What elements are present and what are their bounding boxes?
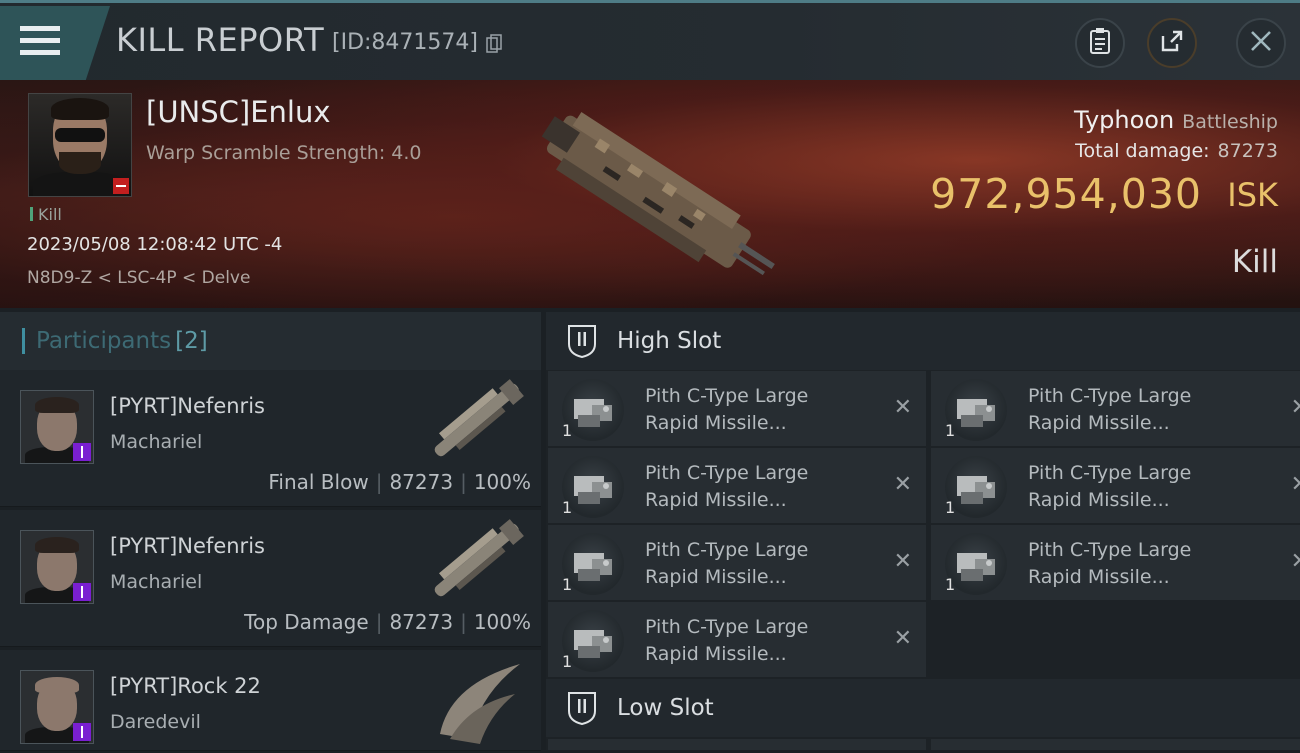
close-button[interactable] xyxy=(1236,18,1286,68)
kill-summary-banner: [UNSC]Enlux Warp Scramble Strength: 4.0 … xyxy=(0,80,1300,308)
isk-unit: ISK xyxy=(1227,176,1278,214)
module-name: Pith C-Type Large Rapid Missile... xyxy=(645,616,809,665)
module-item[interactable]: 1 Pith C-Type Large Rapid Missile... ✕ xyxy=(931,448,1300,523)
corp-badge xyxy=(73,583,91,601)
participants-count: [2] xyxy=(175,328,208,354)
ship-class: Battleship xyxy=(1182,111,1278,133)
module-destroyed-icon: ✕ xyxy=(1290,549,1300,574)
module-item[interactable]: 1 Pith C-Type Large Rapid Missile... ✕ xyxy=(548,371,926,446)
copy-icon[interactable] xyxy=(486,34,502,58)
module-name: Pith C-Type Large Rapid Missile... xyxy=(645,385,809,434)
participants-header: Participants [2] xyxy=(0,312,541,370)
kill-timestamp: 2023/05/08 12:08:42 UTC -4 xyxy=(27,234,283,255)
participant-ship-image xyxy=(420,514,535,613)
kill-result: Kill xyxy=(1231,244,1278,280)
participant-row[interactable]: [PYRT]Nefenris Machariel Final Blow | 8727… xyxy=(0,370,541,507)
kill-tag: Kill xyxy=(30,205,62,224)
low-slot-header[interactable]: Low Slot xyxy=(546,679,1300,737)
participant-stats: Top Damage | 87273 | 100% xyxy=(244,610,531,634)
share-button[interactable] xyxy=(1147,18,1197,68)
module-item[interactable]: 1 Pith C-Type Large Rapid Missile... ✕ xyxy=(548,525,926,600)
low-slot-title: Low Slot xyxy=(617,695,714,721)
participant-row[interactable]: [PYRT]Nefenris Machariel Top Damage | 8727… xyxy=(0,510,541,647)
module-destroyed-icon: ✕ xyxy=(1290,472,1300,497)
module-quantity: 1 xyxy=(945,498,956,517)
low-slot-icon xyxy=(566,691,598,726)
module-destroyed-icon: ✕ xyxy=(893,626,912,651)
module-name: Pith C-Type Large Rapid Missile... xyxy=(645,539,809,588)
participant-ship: Daredevil xyxy=(110,711,201,733)
module-item[interactable] xyxy=(931,739,1300,750)
module-name: Pith C-Type Large Rapid Missile... xyxy=(1028,462,1192,511)
close-icon xyxy=(1249,29,1273,57)
participant-name[interactable]: [PYRT]Nefenris xyxy=(110,394,265,418)
high-slot-header[interactable]: High Slot xyxy=(546,312,1300,370)
isk-value: 972,954,030 xyxy=(930,170,1202,218)
total-damage: Total damage: 87273 xyxy=(1075,140,1278,162)
report-id: [ID:8471574] xyxy=(332,30,478,55)
module-name: Pith C-Type Large Rapid Missile... xyxy=(645,462,809,511)
module-quantity: 1 xyxy=(562,652,573,671)
participants-title: Participants [2] xyxy=(36,328,208,354)
corp-badge xyxy=(73,443,91,461)
module-destroyed-icon: ✕ xyxy=(893,472,912,497)
participant-ship: Machariel xyxy=(110,431,203,453)
participant-row[interactable]: [PYRT]Rock 22 Daredevil xyxy=(0,650,541,751)
participant-name[interactable]: [PYRT]Rock 22 xyxy=(110,674,261,698)
clipboard-icon xyxy=(1089,27,1111,59)
kill-location[interactable]: N8D9-Z < LSC-4P < Delve xyxy=(27,268,250,288)
module-item[interactable]: 1 Pith C-Type Large Rapid Missile... ✕ xyxy=(548,448,926,523)
security-status-badge xyxy=(113,178,129,194)
module-destroyed-icon: ✕ xyxy=(1290,395,1300,420)
victim-ship-image[interactable] xyxy=(510,100,800,304)
title-bar: KILL REPORT [ID:8471574] xyxy=(0,0,1300,80)
participant-ship-image xyxy=(420,374,535,473)
victim-ship[interactable]: Typhoon Battleship xyxy=(1074,106,1278,134)
module-quantity: 1 xyxy=(562,575,573,594)
module-item[interactable]: 1 Pith C-Type Large Rapid Missile... ✕ xyxy=(548,602,926,677)
participants-panel: Participants [2] [PYRT]Nefenris Machariel… xyxy=(0,312,541,751)
clipboard-button[interactable] xyxy=(1075,18,1125,68)
fitting-panel: High Slot 1 Pith C-Type Large Rapid Missi… xyxy=(546,312,1300,750)
participant-stats: Final Blow | 87273 | 100% xyxy=(268,470,531,494)
victim-name[interactable]: [UNSC]Enlux xyxy=(146,95,331,129)
high-slot-icon xyxy=(566,324,598,359)
participant-ship-image xyxy=(420,654,535,753)
participant-name[interactable]: [PYRT]Nefenris xyxy=(110,534,265,558)
module-item[interactable] xyxy=(548,739,926,750)
victim-detail: Warp Scramble Strength: 4.0 xyxy=(146,142,422,164)
module-quantity: 1 xyxy=(945,421,956,440)
module-name: Pith C-Type Large Rapid Missile... xyxy=(1028,539,1192,588)
module-name: Pith C-Type Large Rapid Missile... xyxy=(1028,385,1192,434)
module-quantity: 1 xyxy=(562,498,573,517)
window-title: KILL REPORT xyxy=(116,21,325,59)
module-item[interactable]: 1 Pith C-Type Large Rapid Missile... ✕ xyxy=(931,371,1300,446)
hamburger-menu-icon[interactable] xyxy=(18,21,62,61)
participant-ship: Machariel xyxy=(110,571,203,593)
module-destroyed-icon: ✕ xyxy=(893,549,912,574)
module-destroyed-icon: ✕ xyxy=(893,395,912,420)
module-item[interactable]: 1 Pith C-Type Large Rapid Missile... ✕ xyxy=(931,525,1300,600)
share-icon xyxy=(1159,28,1185,58)
module-quantity: 1 xyxy=(562,421,573,440)
module-quantity: 1 xyxy=(945,575,956,594)
high-slot-title: High Slot xyxy=(617,328,722,354)
corp-badge xyxy=(73,723,91,741)
